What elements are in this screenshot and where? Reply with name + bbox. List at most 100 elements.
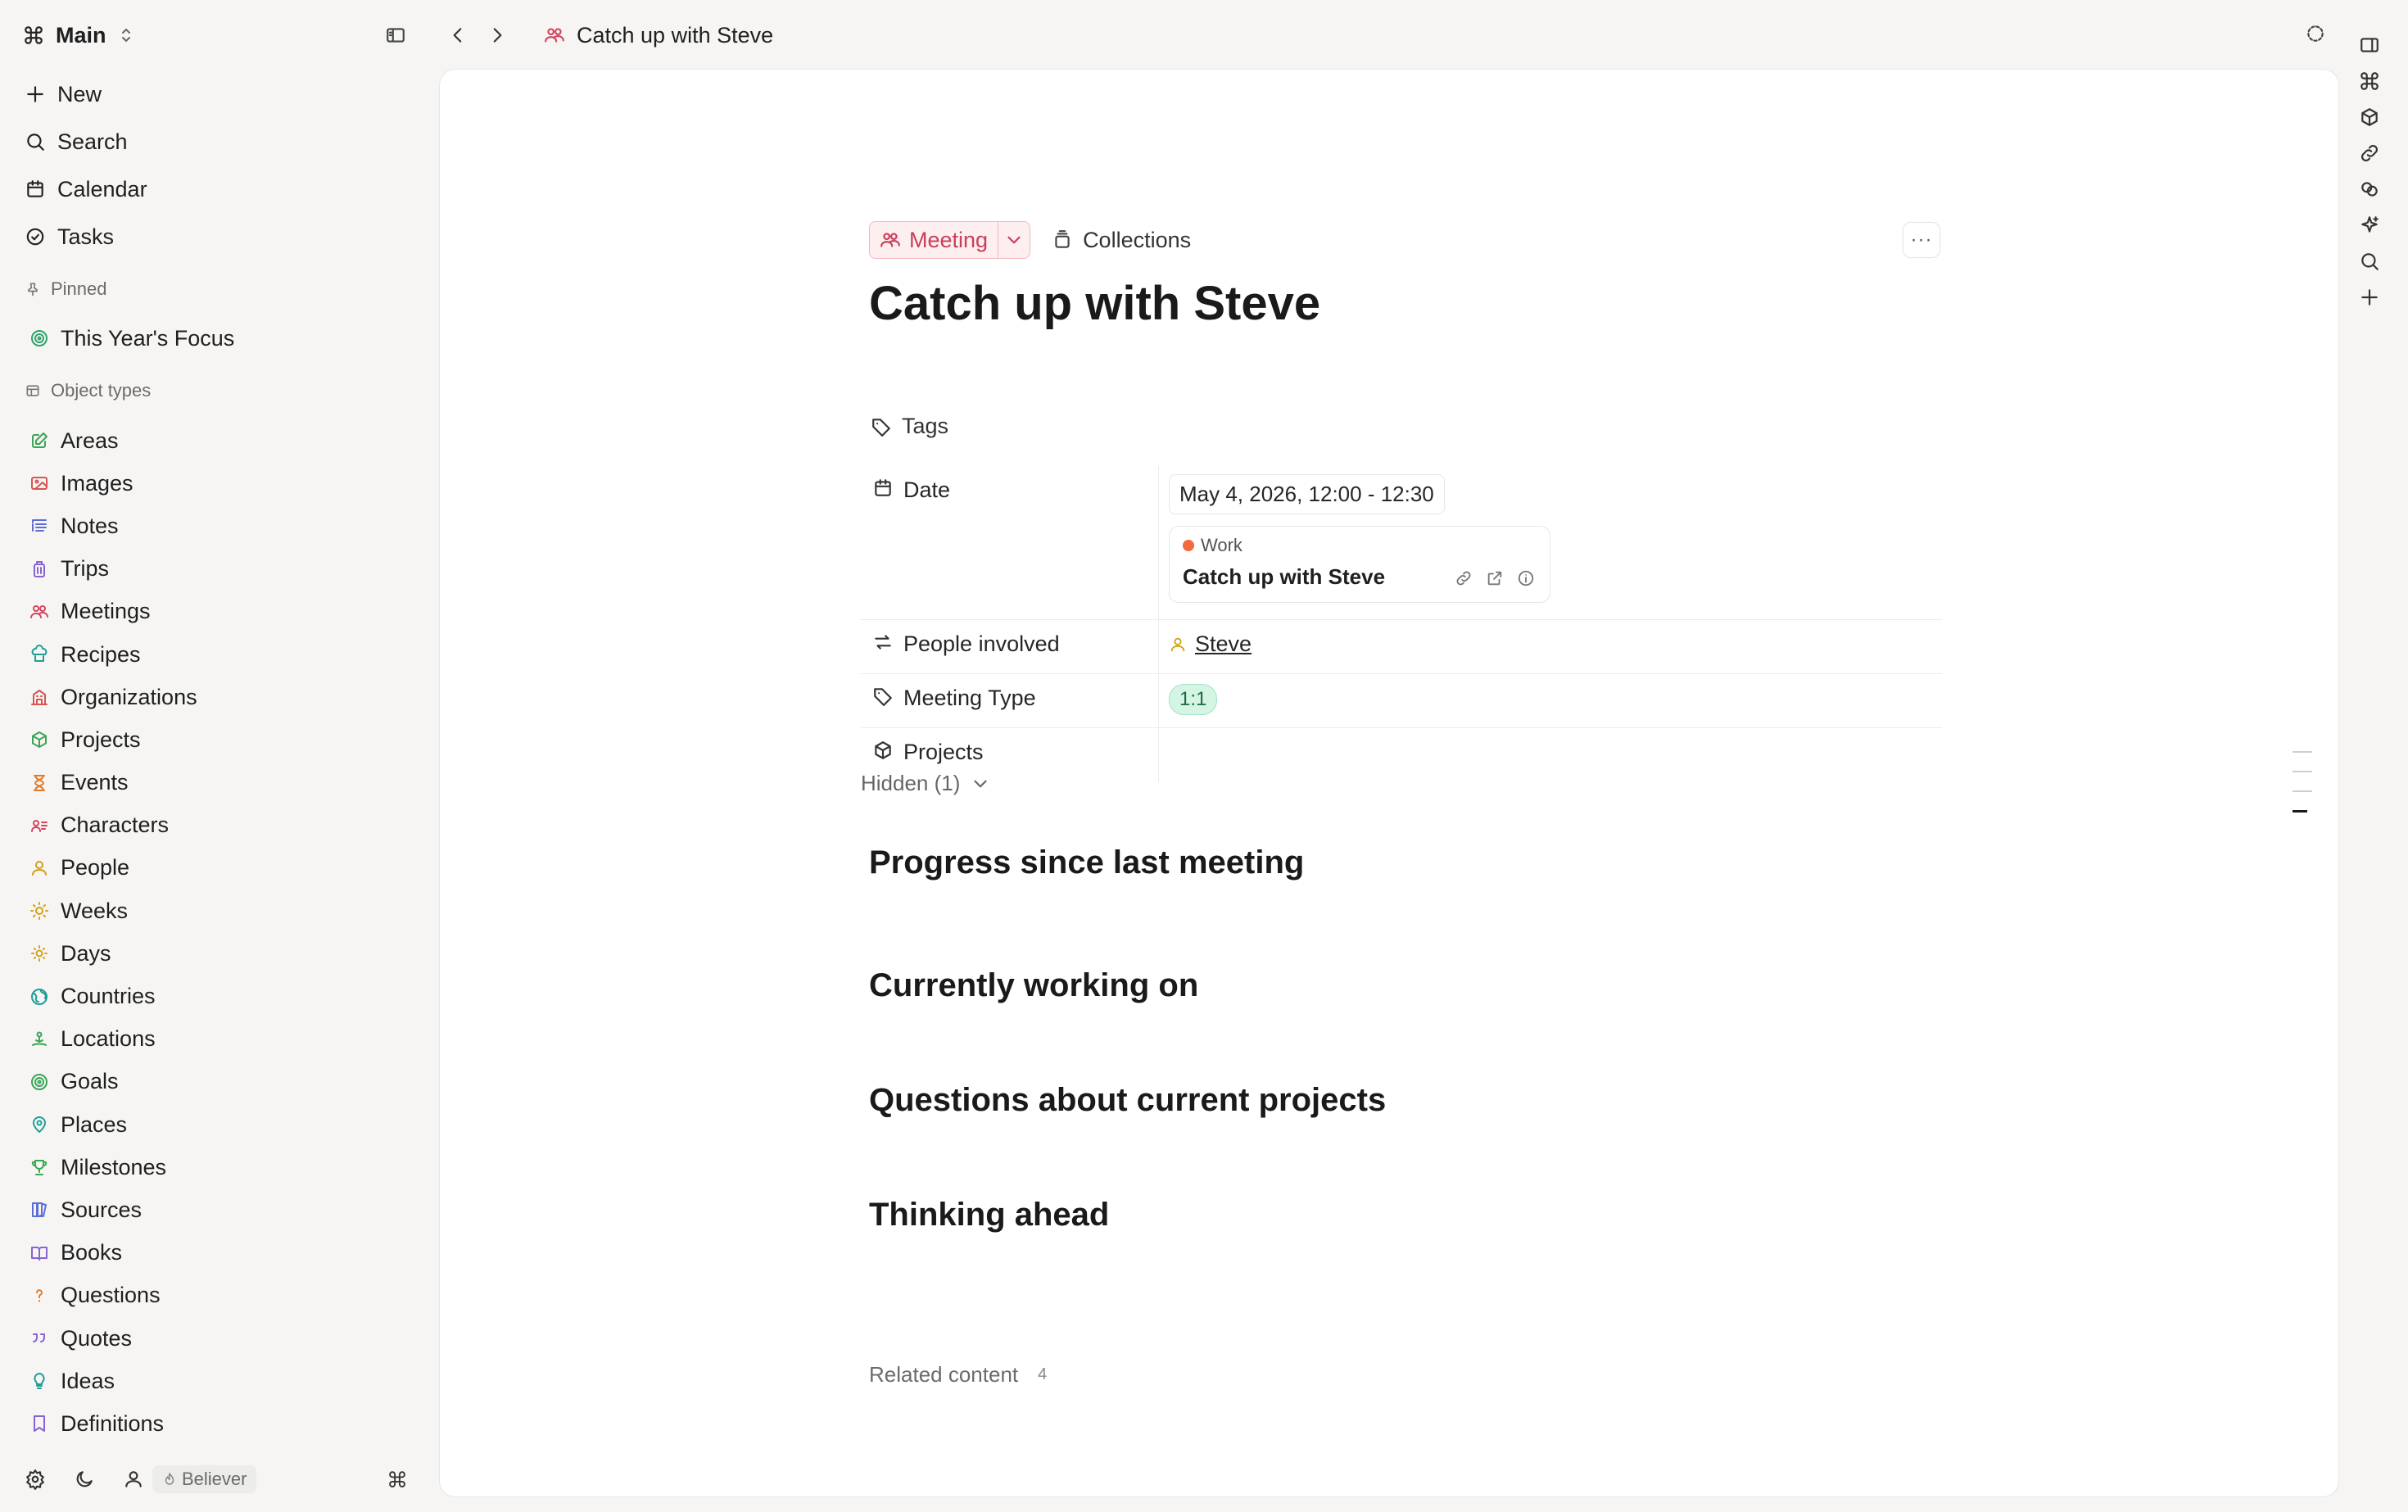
breadcrumb[interactable]: Catch up with Steve bbox=[544, 18, 773, 52]
toc-marker[interactable] bbox=[2293, 771, 2312, 772]
globe-icon bbox=[29, 987, 49, 1007]
link-icon[interactable] bbox=[1455, 569, 1473, 587]
nav-new[interactable]: New bbox=[25, 70, 418, 118]
sidebar-item-quotes[interactable]: Quotes bbox=[29, 1317, 414, 1360]
sidebar-item-places[interactable]: Places bbox=[29, 1103, 414, 1146]
property-value: 1:1 bbox=[1159, 674, 1942, 727]
projects-value-empty[interactable] bbox=[1159, 728, 1942, 782]
sidebar-toggle-button[interactable] bbox=[382, 21, 410, 49]
property-row-date: Date May 4, 2026, 12:00 - 12:30 Work Cat… bbox=[861, 466, 1942, 620]
sparkle-icon[interactable] bbox=[2359, 215, 2392, 236]
section-heading[interactable]: Questions about current projects bbox=[869, 1082, 1386, 1119]
target-icon bbox=[29, 1072, 49, 1092]
plan-badge[interactable]: Believer bbox=[152, 1465, 257, 1493]
collections-button[interactable]: Collections bbox=[1052, 228, 1191, 253]
sidebar-item-books[interactable]: Books bbox=[29, 1232, 414, 1274]
sidebar-item-countries[interactable]: Countries bbox=[29, 975, 414, 1017]
sidebar-item-people[interactable]: People bbox=[29, 847, 414, 890]
overlap-circles-icon[interactable] bbox=[2359, 179, 2392, 200]
cube-icon[interactable] bbox=[2359, 106, 2392, 128]
chef-hat-icon bbox=[29, 645, 49, 664]
link-icon[interactable] bbox=[2359, 143, 2392, 164]
related-content-toggle[interactable]: Related content 4 bbox=[869, 1362, 1047, 1388]
section-heading[interactable]: Thinking ahead bbox=[869, 1197, 1109, 1234]
sidebar-item-questions[interactable]: Questions bbox=[29, 1274, 414, 1317]
object-header: Meeting Collections ··· bbox=[869, 220, 1940, 260]
person-link-steve[interactable]: Steve bbox=[1169, 628, 1942, 657]
workspace-name: Main bbox=[56, 22, 106, 48]
sidebar-item-organizations[interactable]: Organizations bbox=[29, 676, 414, 718]
forward-button[interactable] bbox=[483, 21, 511, 49]
section-heading[interactable]: Currently working on bbox=[869, 967, 1198, 1004]
page-title[interactable]: Catch up with Steve bbox=[869, 276, 1320, 331]
settings-icon[interactable] bbox=[25, 1469, 46, 1490]
meeting-type-pill[interactable]: 1:1 bbox=[1169, 684, 1218, 715]
right-panel-toggle-icon[interactable] bbox=[2359, 34, 2392, 56]
sidebar-item-weeks[interactable]: Weeks bbox=[29, 890, 414, 932]
sidebar-item-areas[interactable]: Areas bbox=[29, 419, 414, 462]
sidebar-item-label: Milestones bbox=[61, 1154, 167, 1179]
command-shortcut-icon[interactable]: ⌘ bbox=[387, 1468, 408, 1493]
more-options-button[interactable]: ··· bbox=[1903, 222, 1940, 258]
open-book-icon bbox=[29, 1243, 49, 1263]
plus-icon[interactable] bbox=[2359, 287, 2392, 308]
cube-icon bbox=[29, 730, 49, 749]
sidebar-item-label: Quotes bbox=[61, 1325, 133, 1351]
sidebar-item-locations[interactable]: Locations bbox=[29, 1018, 414, 1061]
cube-icon bbox=[872, 740, 894, 761]
sidebar-item-label: Projects bbox=[61, 727, 141, 752]
notes-icon bbox=[29, 516, 49, 536]
hidden-properties-toggle[interactable]: Hidden (1) bbox=[861, 771, 991, 796]
object-types-section-label: Object types bbox=[25, 380, 151, 401]
sidebar-item-trips[interactable]: Trips bbox=[29, 548, 414, 591]
command-icon[interactable] bbox=[2359, 70, 2392, 92]
person-icon bbox=[1169, 636, 1187, 654]
property-label: Date bbox=[903, 478, 951, 502]
sidebar-item-milestones[interactable]: Milestones bbox=[29, 1146, 414, 1188]
nav-calendar[interactable]: Calendar bbox=[25, 165, 418, 213]
sidebar-item-ideas[interactable]: Ideas bbox=[29, 1360, 414, 1402]
toc-marker-active[interactable] bbox=[2293, 810, 2307, 813]
sidebar-item-label: Characters bbox=[61, 813, 170, 838]
sidebar-item-projects[interactable]: Projects bbox=[29, 718, 414, 761]
workspace-switcher[interactable]: Main bbox=[23, 18, 134, 52]
sidebar-item-meetings[interactable]: Meetings bbox=[29, 591, 414, 633]
back-button[interactable] bbox=[444, 21, 472, 49]
sidebar-item-goals[interactable]: Goals bbox=[29, 1061, 414, 1103]
nav-tasks[interactable]: Tasks bbox=[25, 213, 418, 260]
sidebar-item-characters[interactable]: Characters bbox=[29, 804, 414, 847]
pinned-item-this-years-focus[interactable]: This Year's Focus bbox=[29, 319, 234, 357]
toc-marker[interactable] bbox=[2293, 790, 2312, 792]
sidebar-item-recipes[interactable]: Recipes bbox=[29, 633, 414, 676]
sidebar-item-images[interactable]: Images bbox=[29, 462, 414, 505]
sidebar-item-events[interactable]: Events bbox=[29, 762, 414, 804]
sidebar-item-label: Organizations bbox=[61, 684, 197, 709]
tags-field[interactable]: Tags bbox=[871, 414, 948, 439]
sidebar-item-sources[interactable]: Sources bbox=[29, 1188, 414, 1231]
account-icon[interactable] bbox=[123, 1469, 144, 1490]
sync-status-button[interactable] bbox=[2305, 23, 2326, 44]
object-type-label: Meeting bbox=[909, 227, 989, 252]
property-value: Steve bbox=[1159, 620, 1942, 673]
sidebar-item-definitions[interactable]: Definitions bbox=[29, 1402, 414, 1445]
bookmark-icon bbox=[29, 1414, 49, 1433]
moon-icon[interactable] bbox=[74, 1469, 95, 1490]
object-type-dropdown[interactable] bbox=[998, 229, 1030, 251]
external-link-icon[interactable] bbox=[1486, 569, 1504, 587]
table-of-contents-minimap[interactable] bbox=[2293, 751, 2312, 831]
hourglass-icon bbox=[29, 773, 49, 793]
nav-search[interactable]: Search bbox=[25, 118, 418, 165]
calendar-event-card[interactable]: Work Catch up with Steve bbox=[1169, 526, 1550, 603]
sidebar-item-label: People bbox=[61, 855, 130, 880]
date-value[interactable]: May 4, 2026, 12:00 - 12:30 bbox=[1169, 474, 1445, 514]
section-heading[interactable]: Progress since last meeting bbox=[869, 844, 1304, 881]
sidebar-item-days[interactable]: Days bbox=[29, 932, 414, 975]
target-icon bbox=[29, 328, 49, 348]
search-icon[interactable] bbox=[2359, 251, 2392, 272]
lightbulb-icon bbox=[29, 1371, 49, 1391]
object-type-button[interactable]: Meeting bbox=[870, 222, 999, 258]
toc-marker[interactable] bbox=[2293, 751, 2312, 753]
sidebar-item-label: Countries bbox=[61, 984, 156, 1009]
info-icon[interactable] bbox=[1517, 569, 1535, 587]
sidebar-item-notes[interactable]: Notes bbox=[29, 505, 414, 547]
